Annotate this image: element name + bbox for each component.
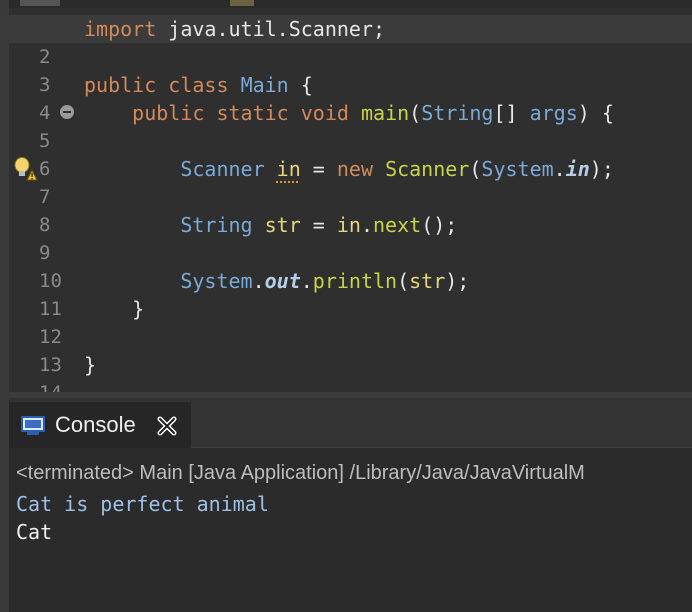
tab-console[interactable]: Console <box>9 402 191 448</box>
code-token: public <box>84 73 157 97</box>
line-number: 2 <box>39 46 51 68</box>
warning-lightbulb-icon[interactable] <box>12 156 38 182</box>
code-token: = <box>300 213 337 237</box>
code-token: main <box>360 101 410 125</box>
line-number: 9 <box>39 242 51 264</box>
code-token: } <box>84 353 97 377</box>
code-token: in <box>336 213 361 237</box>
code-line[interactable]: Scanner in = new Scanner(System.in); <box>84 155 614 183</box>
code-line[interactable]: String str = in.next(); <box>84 211 457 239</box>
code-token: . <box>360 213 374 237</box>
code-token: next <box>373 213 422 237</box>
code-token: public <box>132 101 205 125</box>
code-token: . <box>553 157 566 181</box>
console-left-edge <box>0 392 9 612</box>
code-token: in <box>565 157 590 181</box>
tab-console-label: Console <box>55 412 136 437</box>
line-number: 13 <box>39 354 62 376</box>
code-line[interactable]: System.out.println(str); <box>84 267 469 295</box>
line-number: 11 <box>39 298 62 320</box>
code-token: String <box>421 101 494 125</box>
editor-tab-strip <box>0 0 692 8</box>
code-token: ); <box>445 269 470 293</box>
line-number: 10 <box>39 270 62 292</box>
code-token: str <box>264 213 301 237</box>
code-token: ( <box>469 157 482 181</box>
code-token: . <box>300 269 313 293</box>
close-icon[interactable] <box>157 416 177 436</box>
code-token: System <box>180 269 253 293</box>
code-line[interactable]: } <box>84 295 144 323</box>
code-editor[interactable]: 1234567891011121314 import java.util.Sca… <box>0 0 692 392</box>
line-number: 5 <box>39 130 51 152</box>
code-token: Scanner <box>385 157 470 181</box>
code-token: new <box>336 157 374 181</box>
console-output-line: Cat <box>16 520 53 544</box>
code-token: ( <box>397 269 410 293</box>
code-token: java.util.Scanner; <box>156 17 386 41</box>
code-token: import <box>84 17 157 41</box>
code-token: Main <box>240 73 289 97</box>
code-token: class <box>168 73 229 97</box>
code-token: String <box>180 213 253 237</box>
console-tab-bar: Console <box>9 398 692 448</box>
code-token: void <box>300 101 349 125</box>
fold-collapse-icon[interactable] <box>60 105 74 119</box>
line-number-gutter: 1234567891011121314 <box>9 8 75 392</box>
code-token: in <box>276 157 301 181</box>
code-token: str <box>409 269 446 293</box>
line-number: 12 <box>39 326 62 348</box>
code-token: [] <box>493 101 530 125</box>
code-token: args <box>529 101 578 125</box>
console-icon <box>21 416 45 435</box>
line-number: 7 <box>39 186 51 208</box>
line-number: 3 <box>39 74 51 96</box>
code-area[interactable]: import java.util.Scanner; public class Ma… <box>0 8 692 392</box>
code-token: System <box>481 157 554 181</box>
code-token: } <box>84 297 145 321</box>
code-token: Scanner <box>180 157 265 181</box>
console-status: <terminated> Main [Java Application] /Li… <box>16 462 585 484</box>
code-token: (); <box>421 213 458 237</box>
code-token: static <box>216 101 289 125</box>
code-token: . <box>252 269 265 293</box>
code-line-current[interactable]: import java.util.Scanner; <box>0 15 692 43</box>
code-token: out <box>264 269 301 293</box>
code-token: ( <box>409 101 422 125</box>
code-token: ) { <box>577 101 614 125</box>
code-token: ); <box>589 157 614 181</box>
editor-left-edge <box>0 0 9 392</box>
console-view: Console <terminated> Main [Java Applicat… <box>0 392 692 612</box>
code-token: println <box>312 269 398 293</box>
code-line[interactable]: public class Main { <box>84 71 313 99</box>
code-token: { <box>288 73 313 97</box>
code-line[interactable]: } <box>84 351 96 379</box>
code-line[interactable]: public static void main(String[] args) { <box>84 99 614 127</box>
console-input-line: Cat is perfect animal <box>16 492 269 516</box>
code-token: = <box>300 157 337 181</box>
line-number: 8 <box>39 214 51 236</box>
line-number: 14 <box>29 379 69 392</box>
